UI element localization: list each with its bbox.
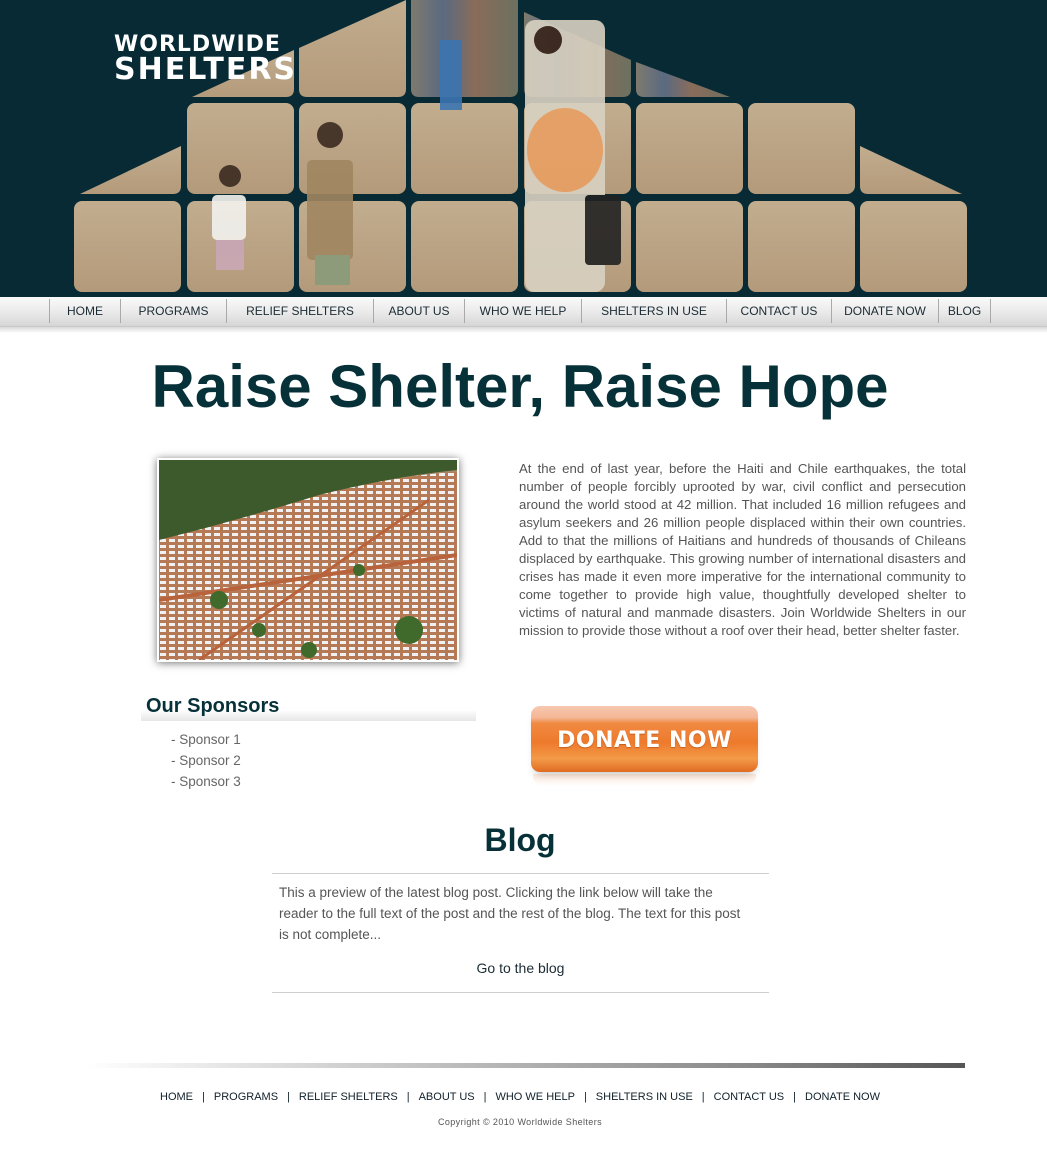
go-to-blog-link[interactable]: Go to the blog [272,960,769,976]
footer-divider [85,1063,965,1068]
nav-item-about-us[interactable]: ABOUT US [374,299,465,323]
nav-shadow [0,327,1047,333]
main-nav: HOME PROGRAMS RELIEF SHELTERS ABOUT US W… [0,297,1047,327]
footer-separator: | [287,1091,290,1103]
footer-separator: | [202,1091,205,1103]
blog-preview-text: This a preview of the latest blog post. … [279,885,741,942]
copyright-text: Copyright © 2010 Worldwide Shelters [437,1117,603,1127]
nav-item-blog[interactable]: BLOG [939,299,991,323]
sponsor-item[interactable]: - Sponsor 3 [171,771,476,792]
footer-link-who-we-help[interactable]: WHO WE HELP [495,1091,574,1103]
refugee-camp-photo [157,458,459,662]
blog-title: Blog [484,822,556,858]
footer-link-programs[interactable]: PROGRAMS [214,1091,278,1103]
nav-item-home[interactable]: HOME [50,299,121,323]
footer-nav: HOME | PROGRAMS | RELIEF SHELTERS | ABOUT US | W… [0,1091,1040,1103]
sponsors-title: Our Sponsors [141,693,476,721]
footer-link-about-us[interactable]: ABOUT US [419,1091,475,1103]
intro-paragraph: At the end of last year, before the Hait… [519,461,966,638]
blog-preview-box: This a preview of the latest blog post. … [272,873,769,993]
footer-separator: | [483,1091,487,1103]
nav-item-shelters-in-use[interactable]: SHELTERS IN USE [582,299,727,323]
nav-item-contact-us[interactable]: CONTACT US [727,299,832,323]
footer-link-contact-us[interactable]: CONTACT US [714,1091,785,1103]
nav-item-programs[interactable]: PROGRAMS [121,299,227,323]
footer-link-home[interactable]: HOME [160,1091,193,1103]
header-banner: WORLDWIDE SHELTERS [0,0,1047,297]
footer-link-donate-now[interactable]: DONATE NOW [805,1091,880,1103]
nav-item-donate-now[interactable]: DONATE NOW [832,299,939,323]
footer-separator: | [406,1091,410,1103]
donate-button-reflection [533,774,756,786]
tile-row-bottom [74,201,967,292]
donate-button-label: DONATE NOW [557,728,732,753]
logo-line2: SHELTERS [114,52,298,87]
footer-link-shelters-in-use[interactable]: SHELTERS IN USE [596,1091,693,1103]
camp-aerial-image [159,460,457,660]
sponsors-section: Our Sponsors - Sponsor 1 - Sponsor 2 - S… [141,693,476,792]
logo[interactable]: WORLDWIDE SHELTERS [114,34,297,85]
footer-separator: | [701,1091,705,1103]
footer-separator: | [583,1091,587,1103]
sponsor-item[interactable]: - Sponsor 1 [171,729,476,750]
page-headline: Raise Shelter, Raise Hope [151,353,889,420]
tile-row-middle [80,103,962,194]
footer-link-relief-shelters[interactable]: RELIEF SHELTERS [299,1091,398,1103]
footer-separator: | [793,1091,797,1103]
donate-now-button[interactable]: DONATE NOW [531,706,758,772]
nav-item-who-we-help[interactable]: WHO WE HELP [465,299,582,323]
sponsor-item[interactable]: - Sponsor 2 [171,750,476,771]
nav-item-relief-shelters[interactable]: RELIEF SHELTERS [227,299,374,323]
